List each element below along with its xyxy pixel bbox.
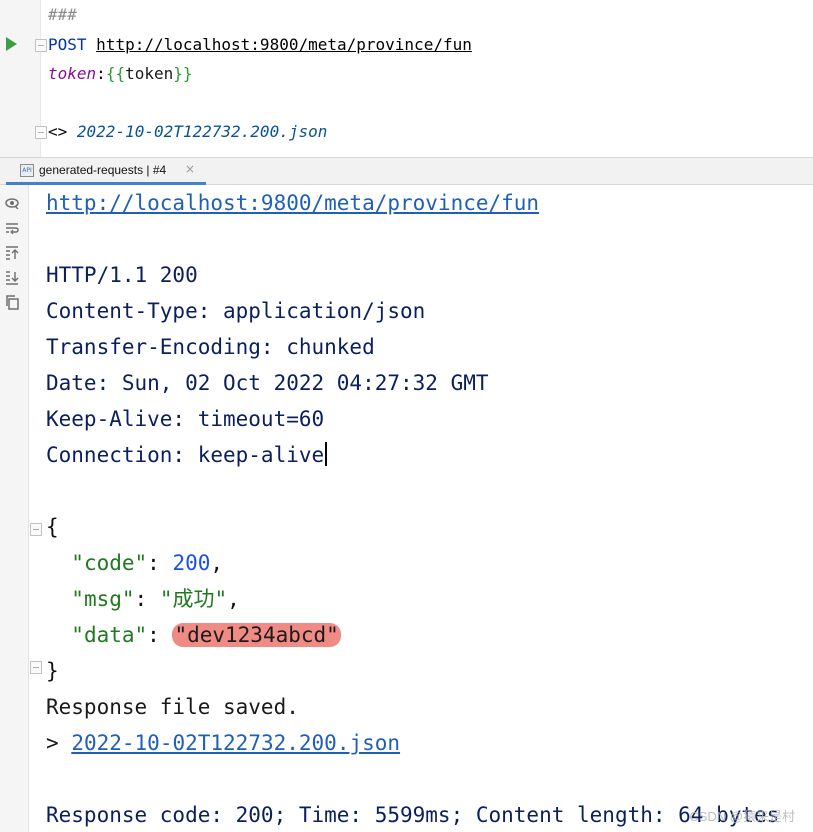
response-header: Content-Type: application/json (46, 299, 426, 323)
json-key: "data" (71, 623, 148, 647)
response-toolbar (0, 185, 29, 832)
variable-brace-close: }} (173, 64, 193, 83)
header-variable: token (125, 64, 174, 83)
header-name: token (48, 64, 97, 83)
json-key: "msg" (71, 587, 135, 611)
response-header: Connection: keep-alive (46, 443, 325, 467)
response-header: Keep-Alive: timeout=60 (46, 407, 325, 431)
tab-generated-requests[interactable]: API generated-requests | #4 × (6, 158, 206, 185)
fold-marker-icon[interactable] (30, 661, 42, 674)
scroll-to-top-icon[interactable] (5, 245, 20, 261)
response-url-line: http://localhost:9800/meta/province/fun (46, 189, 539, 217)
scroll-to-end-icon[interactable] (5, 270, 20, 286)
saved-file-link[interactable]: 2022-10-02T122732.200.json (71, 731, 400, 755)
tool-window-tabbar: API generated-requests | #4 × (0, 157, 813, 185)
copy-icon[interactable] (5, 295, 20, 311)
json-string: "成功" (159, 587, 228, 611)
run-request-icon[interactable] (6, 37, 17, 51)
redirect-prefix: <> (48, 122, 68, 141)
response-header: Date: Sun, 02 Oct 2022 04:27:32 GMT (46, 371, 489, 395)
variable-brace-open: {{ (105, 64, 126, 83)
response-header: Transfer-Encoding: chunked (46, 335, 375, 359)
http-method: POST (48, 35, 87, 54)
json-number: 200 (172, 551, 211, 575)
json-key: "code" (71, 551, 148, 575)
fold-marker-icon[interactable] (30, 523, 42, 536)
response-header-with-caret: Connection: keep-alive (46, 441, 328, 469)
api-file-icon: API (20, 164, 34, 177)
json-line-msg: "msg": "成功", (71, 587, 240, 611)
tab-label: generated-requests | #4 (39, 163, 167, 177)
request-separator: ### (48, 5, 77, 24)
response-redirect-line: <> 2022-10-02T122732.200.json (48, 122, 327, 142)
json-line-data: "data": "dev1234abcd" (71, 623, 341, 647)
request-editor[interactable]: ### POST http://localhost:9800/meta/prov… (0, 0, 813, 157)
fold-marker-icon[interactable] (35, 126, 47, 139)
response-panel[interactable]: http://localhost:9800/meta/province/fun … (0, 185, 813, 832)
request-header-line: token:{{token}} (48, 64, 193, 84)
saved-prefix: > (46, 731, 59, 755)
response-summary: Response code: 200; Time: 5599ms; Conten… (46, 803, 780, 827)
text-caret (325, 442, 328, 466)
response-url-link[interactable]: http://localhost:9800/meta/province/fun (46, 191, 539, 215)
close-icon[interactable]: × (185, 162, 195, 176)
eye-icon[interactable] (5, 194, 20, 210)
fold-marker-icon[interactable] (35, 39, 47, 52)
request-line: POST http://localhost:9800/meta/province… (48, 35, 472, 55)
saved-message: Response file saved. (46, 695, 299, 719)
saved-file-line: > 2022-10-02T122732.200.json (46, 729, 400, 757)
soft-wrap-icon[interactable] (5, 220, 20, 236)
json-open-brace: { (46, 515, 59, 539)
header-colon: : (96, 64, 106, 83)
request-url[interactable]: http://localhost:9800/meta/province/fun (96, 35, 472, 54)
json-line-code: "code": 200, (71, 551, 224, 575)
json-string-highlighted[interactable]: "dev1234abcd" (172, 623, 341, 647)
redirect-file[interactable]: 2022-10-02T122732.200.json (77, 122, 327, 141)
status-line: HTTP/1.1 200 (46, 263, 198, 287)
watermark: CSDN @猿来是村 (689, 809, 795, 824)
json-close-brace: } (46, 659, 59, 683)
